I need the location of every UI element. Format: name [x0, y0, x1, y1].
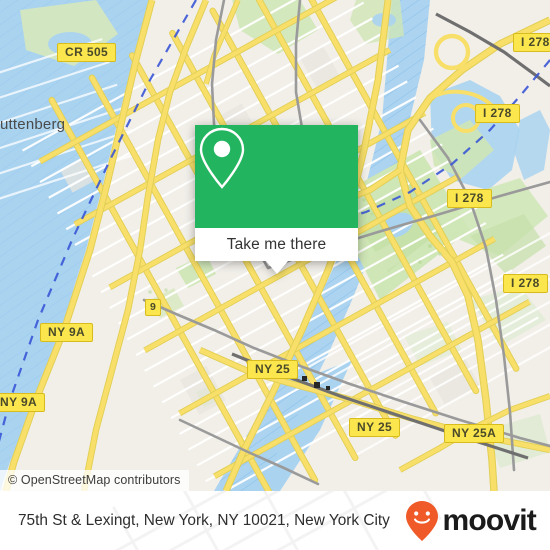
map-label-ny-9a-2: NY 9A	[0, 393, 46, 412]
map-label-ny-25-2: NY 25	[349, 418, 401, 437]
callout-tail	[265, 261, 288, 274]
map-label-guttenberg: uttenberg	[0, 116, 66, 133]
map-label-route-9: 9	[145, 299, 162, 316]
moovit-pin-smile-icon	[406, 500, 439, 541]
map-label-cr-505: CR 505	[57, 43, 117, 62]
moovit-wordmark: moovit	[442, 503, 536, 537]
moovit-logo[interactable]: moovit	[405, 500, 537, 542]
moovit-map-screenshot: CR 505 I 278 I 278 I 278 I 278 NY 9A NY …	[0, 0, 550, 550]
map-label-i-278-3: I 278	[447, 189, 492, 208]
location-callout-card[interactable]: Take me there	[195, 125, 358, 274]
map-label-ny-9a-1: NY 9A	[40, 323, 94, 342]
osm-attribution[interactable]: © OpenStreetMap contributors	[0, 470, 189, 491]
callout-header	[195, 125, 358, 228]
footer-bar: 75th St & Lexingt, New York, NY 10021, N…	[0, 491, 550, 550]
map-label-i-278-2: I 278	[475, 104, 520, 123]
take-me-there-button[interactable]: Take me there	[195, 228, 358, 261]
map-label-i-278-4: I 278	[503, 274, 548, 293]
map-label-ny-25-1: NY 25	[247, 360, 299, 379]
map-label-i-278-1: I 278	[513, 33, 550, 52]
map-label-ny-25a: NY 25A	[444, 424, 505, 443]
map-pin-icon	[199, 127, 245, 189]
take-me-there-label: Take me there	[226, 235, 327, 253]
address-text: 75th St & Lexingt, New York, NY 10021, N…	[18, 511, 390, 529]
map-canvas[interactable]: CR 505 I 278 I 278 I 278 I 278 NY 9A NY …	[0, 0, 550, 491]
